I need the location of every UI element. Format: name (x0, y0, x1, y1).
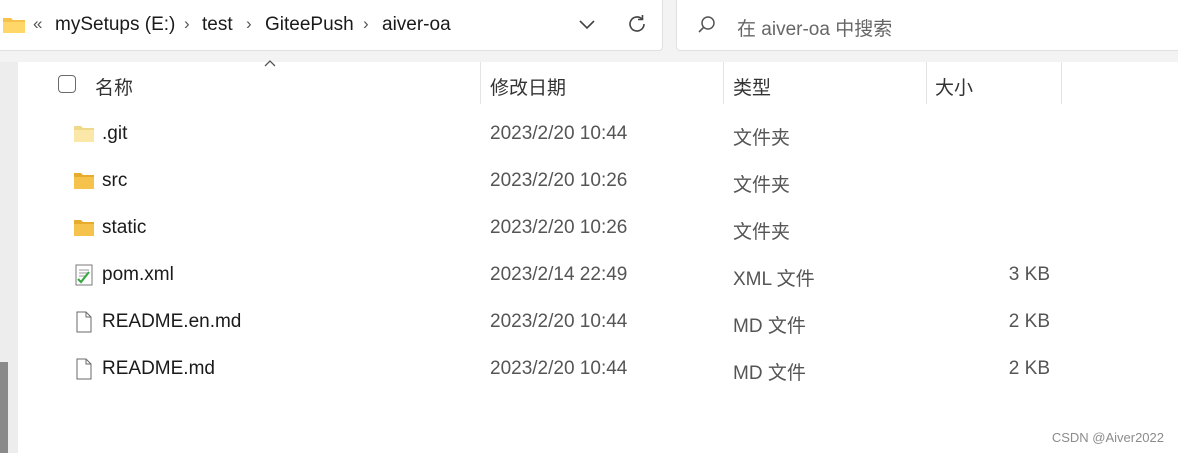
breadcrumb-drive[interactable]: mySetups (E:) (55, 14, 175, 36)
xml-file-icon (73, 264, 95, 286)
folder-icon (73, 217, 95, 239)
folder-icon (73, 170, 95, 192)
navigation-pane-edge (0, 62, 18, 453)
column-header: 名称 修改日期 类型 大小 (18, 60, 1178, 108)
chevron-right-icon[interactable]: › (246, 14, 252, 34)
column-name[interactable]: 名称 (95, 73, 133, 100)
chevron-right-icon[interactable]: › (363, 14, 369, 34)
file-name: README.md (102, 358, 215, 379)
search-icon (697, 15, 717, 40)
file-name: pom.xml (102, 264, 174, 285)
file-size: 2 KB (1008, 358, 1050, 379)
breadcrumb-overflow[interactable]: « (33, 14, 42, 34)
breadcrumb-giteepush[interactable]: GiteePush (265, 14, 354, 36)
file-date: 2023/2/20 10:44 (490, 311, 628, 332)
breadcrumb-aiver-oa[interactable]: aiver-oa (382, 14, 451, 36)
file-name: src (102, 170, 128, 191)
chevron-down-icon[interactable] (577, 14, 597, 39)
file-name: README.en.md (102, 311, 242, 332)
document-icon (73, 311, 95, 333)
watermark: CSDN @Aiver2022 (1051, 430, 1164, 445)
file-type: MD 文件 (733, 316, 806, 337)
file-type: 文件夹 (733, 128, 791, 149)
column-date-modified[interactable]: 修改日期 (490, 73, 566, 100)
file-name: .git (102, 123, 128, 144)
top-bar: « mySetups (E:) › test › GiteePush › aiv… (0, 0, 1178, 62)
file-type: 文件夹 (733, 222, 791, 243)
search-box[interactable]: 在 aiver-oa 中搜索 (676, 0, 1178, 51)
column-divider[interactable] (926, 62, 927, 104)
folder-light-icon (73, 123, 95, 145)
file-date: 2023/2/20 10:44 (490, 358, 628, 379)
breadcrumb-test[interactable]: test (202, 14, 233, 36)
search-input[interactable]: 在 aiver-oa 中搜索 (737, 14, 892, 41)
file-type: MD 文件 (733, 363, 806, 384)
file-row[interactable]: README.md 2023/2/20 10:44 MD 文件 2 KB (18, 346, 1178, 393)
address-bar[interactable]: « mySetups (E:) › test › GiteePush › aiv… (0, 0, 663, 51)
file-date: 2023/2/20 10:26 (490, 170, 628, 191)
scrollbar-thumb[interactable] (0, 362, 8, 453)
refresh-icon[interactable] (625, 12, 649, 41)
column-divider[interactable] (480, 62, 481, 104)
select-all-checkbox[interactable] (58, 75, 76, 93)
chevron-right-icon[interactable]: › (184, 14, 190, 34)
sort-ascending-icon (264, 56, 276, 70)
file-date: 2023/2/20 10:26 (490, 217, 628, 238)
document-icon (73, 358, 95, 380)
file-row[interactable]: static 2023/2/20 10:26 文件夹 (18, 205, 1178, 252)
file-type: XML 文件 (733, 269, 815, 290)
file-row[interactable]: README.en.md 2023/2/20 10:44 MD 文件 2 KB (18, 299, 1178, 346)
file-size: 2 KB (1008, 311, 1050, 332)
column-divider[interactable] (1061, 62, 1062, 104)
file-type: 文件夹 (733, 175, 791, 196)
column-size[interactable]: 大小 (935, 73, 973, 100)
file-row[interactable]: src 2023/2/20 10:26 文件夹 (18, 158, 1178, 205)
column-type[interactable]: 类型 (733, 73, 771, 100)
column-divider[interactable] (723, 62, 724, 104)
folder-icon (2, 15, 26, 40)
file-date: 2023/2/14 22:49 (490, 264, 628, 285)
file-date: 2023/2/20 10:44 (490, 123, 628, 144)
file-name: static (102, 217, 147, 238)
file-size: 3 KB (1008, 264, 1050, 285)
file-row[interactable]: .git 2023/2/20 10:44 文件夹 (18, 111, 1178, 158)
file-row[interactable]: pom.xml 2023/2/14 22:49 XML 文件 3 KB (18, 252, 1178, 299)
